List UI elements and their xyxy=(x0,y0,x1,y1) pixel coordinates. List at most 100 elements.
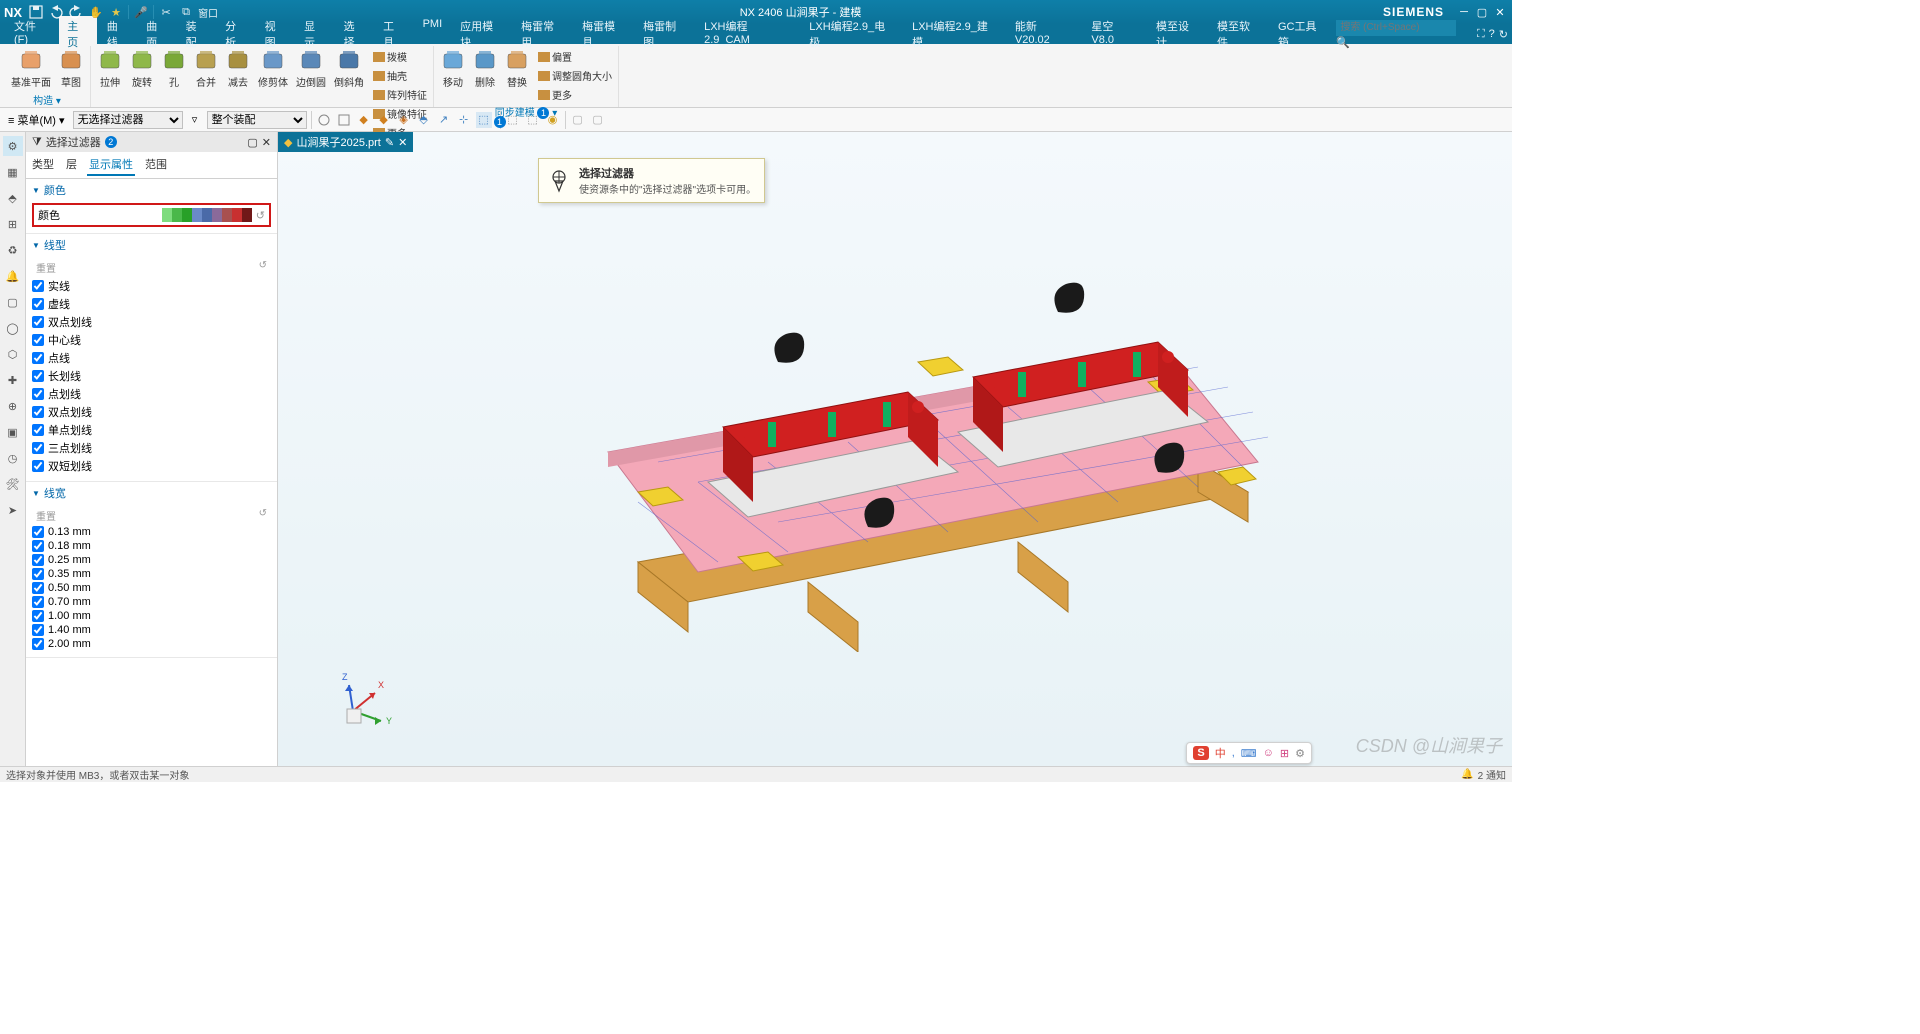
color-swatch[interactable] xyxy=(172,208,182,222)
color-reset-icon[interactable]: ↺ xyxy=(256,209,265,222)
rail-arrow-icon[interactable]: ➤ xyxy=(3,500,23,520)
linewidth-item[interactable]: 1.40 mm xyxy=(32,623,271,637)
menu-tab-19[interactable]: 星空 V8.0 xyxy=(1083,16,1146,52)
cut-icon[interactable]: ✂ xyxy=(158,4,174,20)
sel-icon-4[interactable]: ◆ xyxy=(376,112,392,128)
save-icon[interactable] xyxy=(28,4,44,20)
rail-part-nav-icon[interactable]: ▦ xyxy=(3,162,23,182)
color-swatch[interactable] xyxy=(222,208,232,222)
close-icon[interactable]: ✕ xyxy=(1492,5,1508,19)
panel-tab-1[interactable]: 层 xyxy=(64,154,79,176)
linetype-checkbox[interactable] xyxy=(32,442,44,454)
linetype-checkbox[interactable] xyxy=(32,352,44,364)
rail-image-icon[interactable]: ▣ xyxy=(3,422,23,442)
menu-tab-22[interactable]: GC工具箱 xyxy=(1270,16,1334,52)
subtract-button[interactable]: 减去 xyxy=(223,46,253,91)
chamfer-button[interactable]: 倒斜角 xyxy=(331,46,367,91)
panel-close-icon[interactable]: ✕ xyxy=(262,136,271,149)
linewidth-checkbox[interactable] xyxy=(32,582,44,594)
mic-icon[interactable]: 🎤 xyxy=(133,4,149,20)
ime-settings-icon[interactable]: ⚙ xyxy=(1295,747,1305,760)
section-linewidth-header[interactable]: 线宽 xyxy=(26,482,277,504)
linewidth-checkbox[interactable] xyxy=(32,568,44,580)
doc-close-icon[interactable]: ✕ xyxy=(398,136,407,149)
linewidth-checkbox[interactable] xyxy=(32,554,44,566)
color-swatch[interactable] xyxy=(182,208,192,222)
sel-icon-3[interactable]: ◆ xyxy=(356,112,372,128)
linewidth-checkbox[interactable] xyxy=(32,526,44,538)
ime-panel-icon[interactable]: ⊞ xyxy=(1280,747,1289,760)
move-face-button[interactable]: 移动 xyxy=(438,46,468,91)
rail-settings-icon[interactable]: ⚙ xyxy=(3,136,23,156)
rail-box-icon[interactable]: ▢ xyxy=(3,292,23,312)
color-swatch[interactable] xyxy=(162,208,172,222)
linewidth-item[interactable]: 0.70 mm xyxy=(32,595,271,609)
rail-hex-icon[interactable]: ⬡ xyxy=(3,344,23,364)
linetype-checkbox[interactable] xyxy=(32,334,44,346)
ime-emoji-icon[interactable]: ☺ xyxy=(1263,747,1274,759)
menu-tab-21[interactable]: 模至软件 xyxy=(1209,16,1268,52)
rail-tools-icon[interactable]: 🛠 xyxy=(3,474,23,494)
draft-button[interactable]: 拨模 xyxy=(369,46,429,65)
linetype-item[interactable]: 长划线 xyxy=(32,367,271,385)
notification-count[interactable]: 2 通知 xyxy=(1478,767,1506,782)
graphics-viewport[interactable]: ◆ 山涧果子2025.prt ✎ ✕ 选择过滤器 使资源条中的"选择过滤器"选项… xyxy=(278,132,1512,766)
color-swatch[interactable] xyxy=(202,208,212,222)
linetype-item[interactable]: 三点划线 xyxy=(32,439,271,457)
ime-bar[interactable]: S 中 , ⌨ ☺ ⊞ ⚙ xyxy=(1186,742,1312,764)
star-icon[interactable]: ★ xyxy=(108,4,124,20)
panel-tab-3[interactable]: 范围 xyxy=(143,154,169,176)
panel-tab-2[interactable]: 显示属性 xyxy=(87,154,135,176)
panel-tab-0[interactable]: 类型 xyxy=(30,154,56,176)
rail-clock-icon[interactable]: ◷ xyxy=(3,448,23,468)
pattern-button[interactable]: 阵列特征 xyxy=(369,84,429,103)
section-color-header[interactable]: 颜色 xyxy=(26,179,277,201)
linewidth-reset[interactable]: 重置 xyxy=(36,508,56,523)
more-sync-button[interactable]: 更多 xyxy=(534,84,614,103)
sel-icon-1[interactable] xyxy=(316,112,332,128)
linetype-reset[interactable]: 重置 xyxy=(36,260,56,275)
rail-target-icon[interactable]: ⊕ xyxy=(3,396,23,416)
linetype-item[interactable]: 双点划线 xyxy=(32,403,271,421)
panel-pin-icon[interactable]: ▢ xyxy=(247,136,257,149)
resize-blend-button[interactable]: 调整圆角大小 xyxy=(534,65,614,84)
delete-face-button[interactable]: 删除 xyxy=(470,46,500,91)
linetype-item[interactable]: 中心线 xyxy=(32,331,271,349)
rail-plus-icon[interactable]: ✚ xyxy=(3,370,23,390)
linetype-item[interactable]: 单点划线 xyxy=(32,421,271,439)
linewidth-checkbox[interactable] xyxy=(32,540,44,552)
sel-icon-2[interactable] xyxy=(336,112,352,128)
linetype-checkbox[interactable] xyxy=(32,406,44,418)
menu-tab-16[interactable]: LXH编程2.9_电极 xyxy=(801,16,902,52)
menu-tab-18[interactable]: 能新 V20.02 xyxy=(1007,16,1082,52)
color-swatch[interactable] xyxy=(232,208,242,222)
sel-icon-14[interactable]: ▢ xyxy=(590,112,606,128)
linetype-item[interactable]: 双短划线 xyxy=(32,457,271,475)
linetype-checkbox[interactable] xyxy=(32,370,44,382)
sel-icon-6[interactable]: ⬘ xyxy=(416,112,432,128)
color-swatch[interactable] xyxy=(192,208,202,222)
rail-reuse-icon[interactable]: ♻ xyxy=(3,240,23,260)
linetype-checkbox[interactable] xyxy=(32,424,44,436)
help-icon[interactable]: ? xyxy=(1489,28,1495,41)
document-tab[interactable]: ◆ 山涧果子2025.prt ✎ ✕ xyxy=(278,132,413,152)
linetype-checkbox[interactable] xyxy=(32,460,44,472)
offset-region-button[interactable]: 偏置 xyxy=(534,46,614,65)
linetype-item[interactable]: 虚线 xyxy=(32,295,271,313)
linewidth-reset-icon[interactable]: ↺ xyxy=(259,508,267,523)
filter-icon[interactable]: ▿ xyxy=(187,112,203,128)
window-icon[interactable]: ⧉ xyxy=(178,4,194,20)
ime-keyboard-icon[interactable]: ⌨ xyxy=(1241,747,1257,760)
search-icon[interactable]: 🔍 xyxy=(1336,37,1350,49)
color-swatches[interactable] xyxy=(152,208,252,222)
sel-icon-11[interactable]: ⬚ xyxy=(525,112,541,128)
linewidth-item[interactable]: 2.00 mm xyxy=(32,637,271,651)
replace-face-button[interactable]: 替换 xyxy=(502,46,532,91)
minimize-icon[interactable]: ─ xyxy=(1456,5,1472,19)
menu-button[interactable]: ≡ 菜单(M) ▾ xyxy=(4,110,69,130)
edge-blend-button[interactable]: 边倒圆 xyxy=(293,46,329,91)
revolve-button[interactable]: 旋转 xyxy=(127,46,157,91)
rail-sphere-icon[interactable]: ◯ xyxy=(3,318,23,338)
linewidth-item[interactable]: 0.35 mm xyxy=(32,567,271,581)
menu-tab-20[interactable]: 模至设计 xyxy=(1148,16,1207,52)
